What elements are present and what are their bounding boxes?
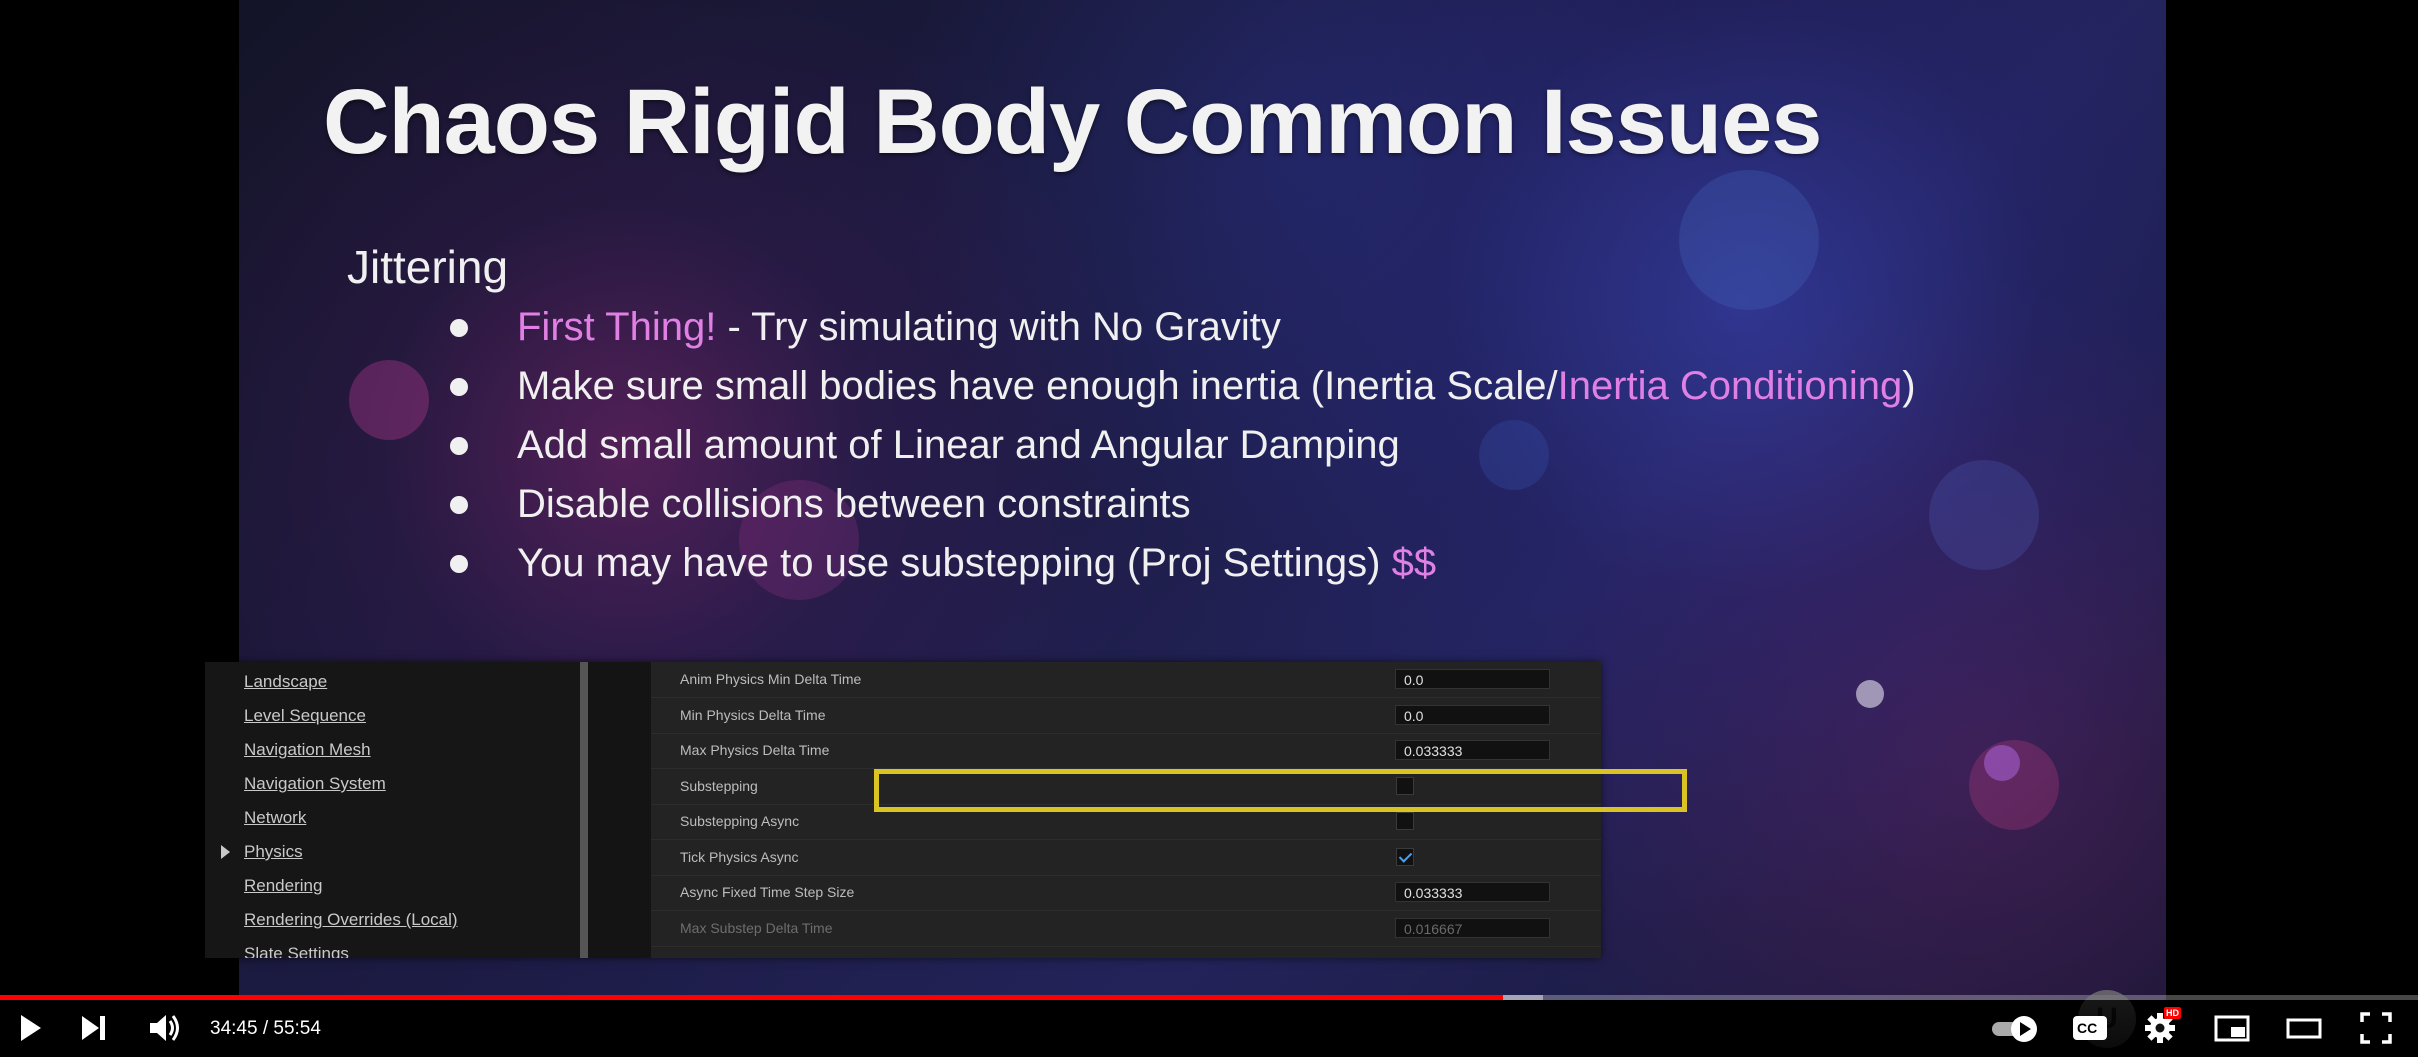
property-row-anim-physics-min-delta-time: Anim Physics Min Delta Time 0.0 [651,662,1601,698]
property-row-tick-physics-async: Tick Physics Async [651,840,1601,876]
duration: 55:54 [273,1018,321,1039]
nav-scrollbar [580,662,588,958]
tick-physics-async-checkbox [1396,847,1414,866]
bullet-dot-icon [450,496,468,514]
anim-physics-min-delta-time-field: 0.0 [1395,669,1550,689]
nav-item-navigation-mesh: Navigation Mesh [244,740,371,759]
property-label: Substepping [680,777,758,794]
theater-icon [2286,1018,2322,1039]
next-icon [82,1016,105,1040]
nav-item-navigation-system: Navigation System [244,774,386,793]
property-label: Tick Physics Async [680,848,799,865]
miniplayer-icon [2214,1015,2250,1042]
bullet-plain-text: ) [1902,364,1916,408]
captions-button[interactable]: CC [2068,1006,2112,1050]
current-time: 34:45 [210,1018,258,1039]
expand-arrow-icon [221,845,230,859]
bokeh-decoration [1479,420,1549,490]
property-row-min-physics-delta-time: Min Physics Delta Time 0.0 [651,698,1601,734]
max-substep-delta-time-field: 0.016667 [1395,917,1550,938]
bokeh-decoration [1856,680,1884,708]
fullscreen-button[interactable] [2354,1006,2398,1050]
panel-divider [588,662,651,958]
property-row-async-fixed-time-step-size: Async Fixed Time Step Size 0.033333 [651,875,1601,911]
property-row-max-physics-delta-time: Max Physics Delta Time 0.033333 [651,733,1601,769]
nav-item-landscape: Landscape [244,672,328,691]
property-row-max-substep-delta-time: Max Substep Delta Time 0.016667 [651,911,1601,947]
property-label: Max Physics Delta Time [680,742,830,758]
property-label: Substepping Async [680,813,800,829]
settings-button[interactable]: HD [2138,1006,2182,1050]
play-button[interactable] [8,1006,52,1050]
bokeh-decoration [1679,170,1819,310]
autoplay-toggle-icon [1992,1016,2037,1042]
nav-item-level-sequence: Level Sequence [244,706,366,725]
async-fixed-time-step-size-field: 0.033333 [1395,882,1550,902]
bullet-dot-icon [450,378,468,396]
bullet-plain-text: Make sure small bodies have enough inert… [517,364,1558,408]
section-heading: Jittering [347,241,509,293]
settings-nav-list: Landscape Level Sequence Navigation Mesh Na… [205,662,580,958]
bullet-dot-icon [450,555,468,573]
video-player[interactable]: Chaos Rigid Body Common Issues Jittering… [0,0,2418,1057]
miniplayer-button[interactable] [2210,1006,2254,1050]
property-label: Max Substep Delta Time [680,919,833,936]
bullet-highlight-text: Inertia Conditioning [1557,364,1903,408]
bullet-highlight-text: $$ [1391,541,1437,585]
play-icon [21,1015,41,1041]
time-display: 34:45 / 55:54 [210,1000,321,1057]
substepping-highlight-box [874,769,1687,812]
bullet-dot-icon [450,437,468,455]
bullet-plain-text: - Try simulating with No Gravity [716,305,1281,349]
nav-item-slate-settings: Slate Settings [244,944,349,958]
min-physics-delta-time-field: 0.0 [1395,704,1550,725]
hd-badge: HD [2164,1007,2181,1019]
theater-mode-button[interactable] [2282,1006,2326,1050]
substepping-async-checkbox [1396,812,1414,830]
bullet-plain-text: Add small amount of Linear and Angular D… [517,423,1400,467]
property-label: Async Fixed Time Step Size [680,884,855,900]
slide-title: Chaos Rigid Body Common Issues [323,71,1822,173]
mute-button[interactable] [142,1006,186,1050]
bokeh-decoration [1929,460,2039,570]
nav-item-physics: Physics [244,842,303,861]
bullet-highlight-text: First Thing! [517,305,717,349]
next-button[interactable] [72,1006,116,1050]
bullet-text: Disable collisions between constraints [517,475,1191,534]
bullet-text: Make sure small bodies have enough inert… [517,357,1916,416]
bokeh-decoration [1969,740,2059,830]
bullet-plain-text: You may have to use substepping (Proj Se… [517,541,1392,585]
bokeh-decoration [349,360,429,440]
bullet-text: Add small amount of Linear and Angular D… [517,416,1400,475]
nav-item-network: Network [244,808,307,827]
max-physics-delta-time-field: 0.033333 [1395,740,1550,760]
time-separator: / [257,1018,274,1039]
captions-label: CC [2077,1020,2098,1036]
volume-icon [150,1015,179,1041]
fullscreen-icon [2360,1012,2392,1044]
bullet-text: First Thing! - Try simulating with No Gr… [517,298,1281,357]
nav-item-rendering-overrides-local: Rendering Overrides (Local) [244,910,458,929]
nav-item-rendering: Rendering [244,876,323,895]
bullet-plain-text: Disable collisions between constraints [517,482,1191,526]
autoplay-toggle[interactable] [1988,1006,2044,1050]
bokeh-decoration [1984,745,2020,781]
property-label: Anim Physics Min Delta Time [680,671,862,687]
player-controls: 34:45 / 55:54 CC HD [0,1000,2418,1057]
bullet-text: You may have to use substepping (Proj Se… [517,534,1436,593]
property-label: Min Physics Delta Time [680,706,826,723]
bullet-dot-icon [450,319,468,337]
